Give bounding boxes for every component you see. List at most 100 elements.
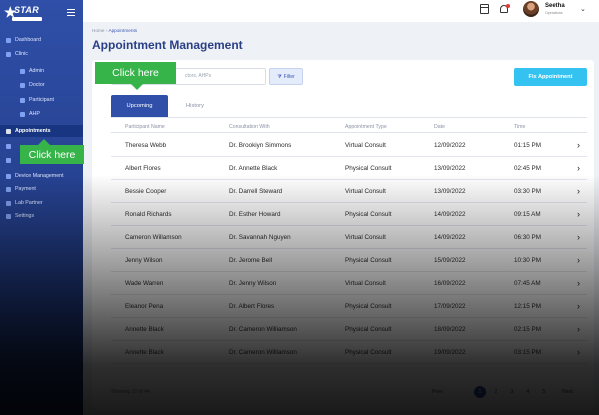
- column-header: Consultation With: [229, 124, 270, 130]
- table-row[interactable]: Cameron Willamson Dr. Savannah Nguyen Virt…: [111, 226, 587, 249]
- table-cell: 12/09/2022: [434, 142, 466, 149]
- chevron-right-icon[interactable]: ›: [577, 341, 580, 364]
- sidebar-item-appointments[interactable]: Appointments: [0, 125, 83, 137]
- tab-upcoming[interactable]: Upcoming: [111, 95, 168, 117]
- pagination-page[interactable]: 4: [522, 386, 534, 398]
- chevron-down-icon[interactable]: ⌄: [580, 5, 586, 13]
- table-cell: Physical Consult: [345, 349, 392, 356]
- pagination-page[interactable]: 2: [490, 386, 502, 398]
- calendar-icon[interactable]: [480, 4, 489, 14]
- tutorial-hint-tabs[interactable]: Click here: [95, 62, 176, 90]
- clinic-icon: [6, 51, 11, 57]
- breadcrumb: Home › Appointments: [92, 28, 137, 33]
- table-cell: Dr. Jenny Wilson: [229, 280, 277, 287]
- fix-appointment-button[interactable]: Fix Appointment: [514, 68, 587, 86]
- chevron-right-icon[interactable]: ›: [577, 295, 580, 318]
- menu-toggle-icon[interactable]: [67, 9, 75, 16]
- table-cell: Annette Black: [125, 326, 164, 333]
- table-cell: Dr. Cameron Williamson: [229, 326, 297, 333]
- table-cell: Dr. Darrell Steward: [229, 188, 283, 195]
- table-cell: Physical Consult: [345, 211, 392, 218]
- chevron-right-icon[interactable]: ›: [577, 134, 580, 157]
- table-row[interactable]: Eleanor Pena Dr. Albert Flores Physical Co…: [111, 295, 587, 318]
- sidebar-item-dashboard[interactable]: Dashboard: [0, 34, 83, 46]
- sidebar-item-settings[interactable]: Settings: [0, 210, 83, 222]
- sidebar-item-admin[interactable]: Admin: [0, 65, 83, 77]
- top-bar: Seetha Operations ⌄: [83, 0, 599, 22]
- sidebar-item-label: Device Management: [15, 173, 64, 179]
- table-cell: 13/09/2022: [434, 165, 466, 172]
- sidebar-item-participant[interactable]: Participant: [0, 94, 83, 106]
- table-cell: 01:15 PM: [514, 142, 541, 149]
- notification-dot: [506, 4, 510, 8]
- chevron-right-icon[interactable]: ›: [577, 157, 580, 180]
- table-cell: Bessie Cooper: [125, 188, 167, 195]
- table-row[interactable]: Ronald Richards Dr. Esther Howard Physical…: [111, 203, 587, 226]
- table-cell: Dr. Annette Black: [229, 165, 278, 172]
- pagination-prev[interactable]: Prev: [432, 386, 443, 398]
- chevron-right-icon[interactable]: ›: [577, 226, 580, 249]
- payment-icon: [6, 186, 11, 192]
- avatar[interactable]: [523, 1, 539, 17]
- table-cell: 03:30 PM: [514, 188, 541, 195]
- table-cell: Theresa Webb: [125, 142, 167, 149]
- pagination-page[interactable]: 5: [538, 386, 550, 398]
- table-cell: Ronald Richards: [125, 211, 172, 218]
- table-cell: 09:15 AM: [514, 211, 541, 218]
- app-logo[interactable]: ★ STAR: [4, 4, 50, 21]
- table-row[interactable]: Jenny Wilson Dr. Jerome Bell Physical Cons…: [111, 249, 587, 272]
- table-row[interactable]: Annette Black Dr. Cameron Williamson Physi…: [111, 341, 587, 364]
- table-cell: 13/09/2022: [434, 188, 466, 195]
- filter-button[interactable]: ⧩ Filter: [269, 68, 303, 85]
- table-cell: 18/09/2022: [434, 326, 466, 333]
- appointments-card: ctors, AHPs ⧩ Filter Fix Appointment Upc…: [92, 60, 594, 410]
- chevron-right-icon[interactable]: ›: [577, 318, 580, 341]
- chevron-right-icon[interactable]: ›: [577, 272, 580, 295]
- table-cell: Dr. Brookiyn Simmons: [229, 142, 292, 149]
- pagination-next[interactable]: Next: [562, 386, 573, 398]
- sidebar-item-lab-partner[interactable]: Lab Partner: [0, 197, 83, 209]
- chevron-right-icon[interactable]: ›: [577, 180, 580, 203]
- sidebar-item-label: AHP: [29, 111, 40, 117]
- tab-history[interactable]: History: [170, 95, 220, 117]
- calendar-icon: [6, 128, 11, 134]
- sidebar-item-clinic[interactable]: Clinic: [0, 48, 83, 60]
- filter-label: Filter: [283, 73, 295, 80]
- column-header: Appointment Type: [345, 124, 387, 130]
- table-cell: Virtual Consult: [345, 142, 386, 149]
- table-cell: Physical Consult: [345, 326, 392, 333]
- table-cell: Virtual Consult: [345, 234, 386, 241]
- table-cell: 19/09/2022: [434, 349, 466, 356]
- sidebar-item-label: Doctor: [29, 82, 45, 88]
- sidebar-item-ahp[interactable]: AHP: [0, 108, 83, 120]
- ahp-icon: [20, 111, 25, 117]
- doctor-icon: [20, 82, 25, 88]
- chat-icon: [6, 157, 11, 163]
- table-row[interactable]: Bessie Cooper Dr. Darrell Steward Virtual …: [111, 180, 587, 203]
- tutorial-hint-sidebar[interactable]: Click here: [20, 139, 84, 164]
- column-header: Date: [434, 124, 445, 130]
- table-cell: Annette Black: [125, 349, 164, 356]
- table-cell: 12:15 PM: [514, 303, 541, 310]
- table-cell: 14/09/2022: [434, 234, 466, 241]
- participant-icon: [20, 97, 25, 103]
- sidebar-item-payment[interactable]: Payment: [0, 183, 83, 195]
- table-cell: Dr. Albert Flores: [229, 303, 275, 310]
- chevron-right-icon[interactable]: ›: [577, 249, 580, 272]
- breadcrumb-home[interactable]: Home: [92, 28, 105, 33]
- bell-icon[interactable]: [500, 4, 510, 14]
- table-cell: 10:30 PM: [514, 257, 541, 264]
- table-cell: Dr. Esther Howard: [229, 211, 281, 218]
- table-cell: Dr. Savannah Nguyen: [229, 234, 291, 241]
- pagination-page[interactable]: 1: [474, 386, 486, 398]
- table-row[interactable]: Wade Warren Dr. Jenny Wilson Virtual Consu…: [111, 272, 587, 295]
- pagination-page[interactable]: 3: [506, 386, 518, 398]
- chevron-right-icon[interactable]: ›: [577, 203, 580, 226]
- sidebar-item-doctor[interactable]: Doctor: [0, 79, 83, 91]
- table-cell: 17/09/2022: [434, 303, 466, 310]
- sidebar-item-device-management[interactable]: Device Management: [0, 170, 83, 182]
- table-row[interactable]: Theresa Webb Dr. Brookiyn Simmons Virtual …: [111, 134, 587, 157]
- table-row[interactable]: Annette Black Dr. Cameron Williamson Physi…: [111, 318, 587, 341]
- table-row[interactable]: Albert Flores Dr. Annette Black Physical C…: [111, 157, 587, 180]
- sidebar-item-label: Admin: [29, 68, 45, 74]
